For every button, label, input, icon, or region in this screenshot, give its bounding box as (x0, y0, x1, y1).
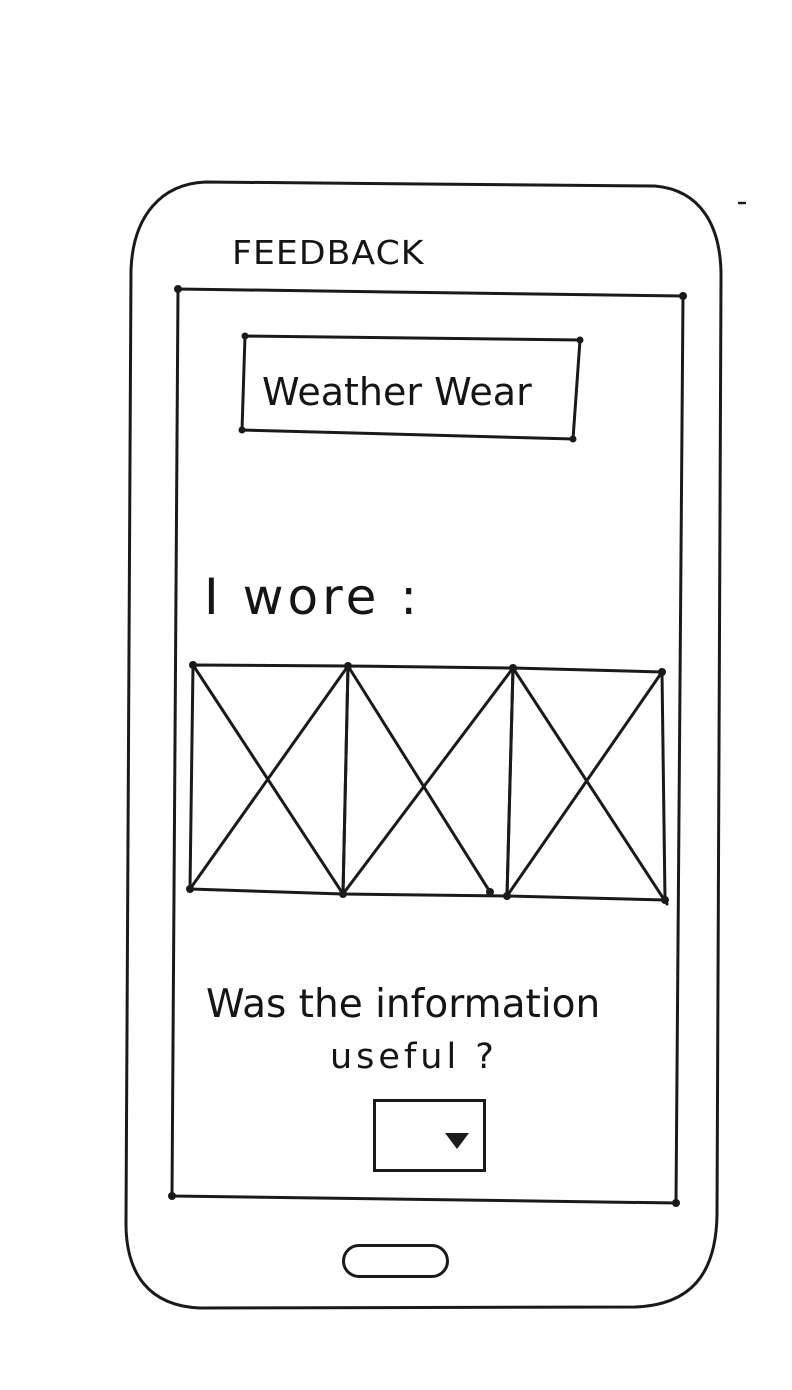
outfit-image-2 (341, 664, 517, 900)
feedback-question-line-2: useful ? (330, 1037, 498, 1077)
dropdown-arrow-icon (445, 1133, 469, 1149)
app-title: Weather Wear (262, 370, 532, 414)
outfit-image-3 (505, 666, 669, 906)
phone-sketch (124, 180, 747, 1310)
useful-dropdown[interactable] (373, 1099, 486, 1172)
outfit-image-1 (186, 661, 352, 898)
screen-title: FEEDBACK (232, 233, 425, 272)
outfit-label: I wore : (204, 568, 422, 626)
home-button[interactable] (342, 1244, 449, 1278)
feedback-question-line-1: Was the information (206, 982, 601, 1027)
